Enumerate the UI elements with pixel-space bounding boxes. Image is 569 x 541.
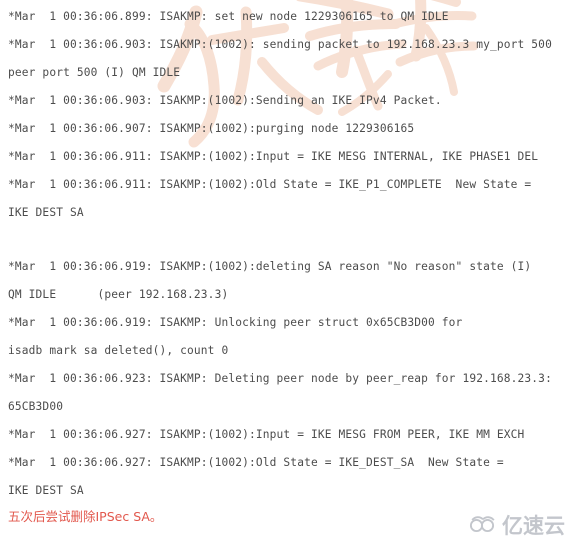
log-line: *Mar 1 00:36:06.923: ISAKMP: Deleting pe… <box>8 372 552 385</box>
log-line: *Mar 1 00:36:06.899: ISAKMP: set new nod… <box>8 10 449 23</box>
annotation-note: 五次后尝试删除IPSec SA。 <box>8 509 163 524</box>
log-line: IKE DEST SA <box>8 206 84 219</box>
site-logo-watermark: 亿速云 <box>468 514 565 539</box>
log-line: *Mar 1 00:36:06.919: ISAKMP: Unlocking p… <box>8 316 463 329</box>
log-line: *Mar 1 00:36:06.907: ISAKMP:(1002):purgi… <box>8 122 415 135</box>
log-line: *Mar 1 00:36:06.911: ISAKMP:(1002):Input… <box>8 150 539 163</box>
site-logo-text: 亿速云 <box>502 514 565 538</box>
log-line: 65CB3D00 <box>8 400 64 413</box>
log-line: *Mar 1 00:36:06.911: ISAKMP:(1002):Old S… <box>8 178 532 191</box>
log-line: *Mar 1 00:36:06.903: ISAKMP:(1002): send… <box>8 38 552 51</box>
log-line: *Mar 1 00:36:06.919: ISAKMP:(1002):delet… <box>8 260 532 273</box>
log-line: *Mar 1 00:36:06.903: ISAKMP:(1002):Sendi… <box>8 94 442 107</box>
log-line: peer port 500 (I) QM IDLE <box>8 66 181 79</box>
log-line: *Mar 1 00:36:06.927: ISAKMP:(1002):Old S… <box>8 456 504 469</box>
log-line: QM IDLE (peer 192.168.23.3) <box>8 288 229 301</box>
log-line: isadb mark sa deleted(), count 0 <box>8 344 229 357</box>
cloud-icon <box>468 514 498 539</box>
log-line: IKE DEST SA <box>8 484 84 497</box>
log-line: *Mar 1 00:36:06.927: ISAKMP:(1002):Input… <box>8 428 525 441</box>
